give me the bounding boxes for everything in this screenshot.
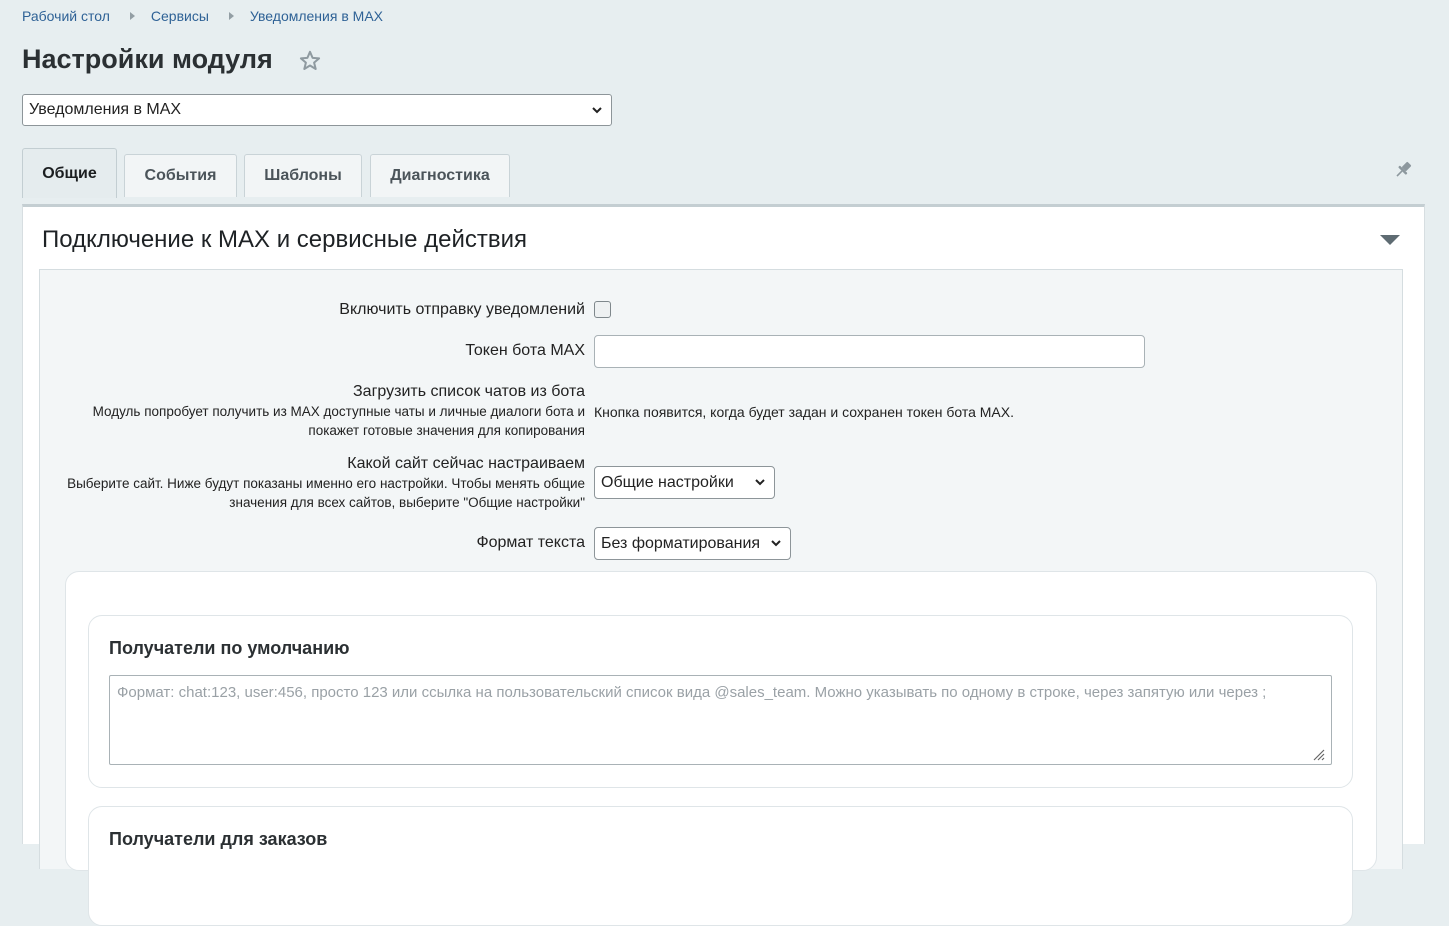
site-hint: Выберите сайт. Ниже будут показаны именн… bbox=[67, 476, 585, 510]
star-icon[interactable] bbox=[298, 49, 322, 73]
load-chats-label: Загрузить список чатов из бота bbox=[353, 383, 585, 400]
module-select-value: Уведомления в MAX bbox=[29, 101, 182, 118]
site-label: Какой сайт сейчас настраиваем bbox=[347, 455, 585, 472]
breadcrumb-separator-icon bbox=[228, 12, 234, 20]
breadcrumb-max-notifications[interactable]: Уведомления в MAX bbox=[250, 8, 383, 24]
chevron-down-icon bbox=[771, 540, 781, 547]
bot-token-input[interactable] bbox=[594, 335, 1145, 368]
tab-events[interactable]: События bbox=[124, 154, 237, 197]
site-select-value: Общие настройки bbox=[601, 473, 734, 491]
breadcrumb-services[interactable]: Сервисы bbox=[151, 8, 209, 24]
page-title: Настройки модуля bbox=[22, 44, 273, 74]
enable-notifications-checkbox[interactable] bbox=[594, 301, 611, 318]
module-select[interactable]: Уведомления в MAX bbox=[22, 94, 612, 126]
settings-panel: Подключение к MAX и сервисные действия В… bbox=[22, 204, 1425, 926]
load-chats-hint: Модуль попробует получить из MAX доступн… bbox=[92, 404, 585, 438]
triangle-down-icon[interactable] bbox=[1380, 235, 1400, 245]
order-recipients-title: Получатели для заказов bbox=[109, 829, 328, 849]
tab-templates[interactable]: Шаблоны bbox=[244, 154, 362, 197]
pin-icon[interactable] bbox=[1393, 160, 1413, 180]
bot-token-label: Токен бота MAX bbox=[465, 342, 585, 359]
default-recipients-card: Получатели по умолчанию bbox=[88, 615, 1353, 788]
order-recipients-card: Получатели для заказов bbox=[88, 806, 1353, 926]
breadcrumb: Рабочий стол Сервисы Уведомления в MAX bbox=[22, 7, 383, 25]
chevron-down-icon bbox=[592, 107, 602, 114]
section-body: Включить отправку уведомлений Токен бота… bbox=[39, 269, 1403, 926]
breadcrumb-desktop[interactable]: Рабочий стол bbox=[22, 8, 110, 24]
default-recipients-input[interactable] bbox=[109, 675, 1332, 765]
text-format-select[interactable]: Без форматирования bbox=[594, 527, 791, 560]
recipients-block: Получатели по умолчанию Получатели для з… bbox=[65, 571, 1377, 926]
site-select[interactable]: Общие настройки bbox=[594, 466, 775, 499]
chevron-down-icon bbox=[755, 479, 765, 486]
text-format-label: Формат текста bbox=[476, 534, 585, 551]
load-chats-note: Кнопка появится, когда будет задан и сох… bbox=[594, 404, 1014, 420]
text-format-select-value: Без форматирования bbox=[601, 534, 761, 552]
resize-handle-icon[interactable] bbox=[1311, 747, 1325, 761]
enable-notifications-label: Включить отправку уведомлений bbox=[339, 301, 585, 318]
breadcrumb-separator-icon bbox=[129, 12, 135, 20]
default-recipients-title: Получатели по умолчанию bbox=[109, 638, 350, 658]
tab-diagnostics[interactable]: Диагностика bbox=[370, 154, 510, 197]
tab-general[interactable]: Общие bbox=[22, 148, 117, 198]
section-title: Подключение к MAX и сервисные действия bbox=[42, 226, 528, 253]
